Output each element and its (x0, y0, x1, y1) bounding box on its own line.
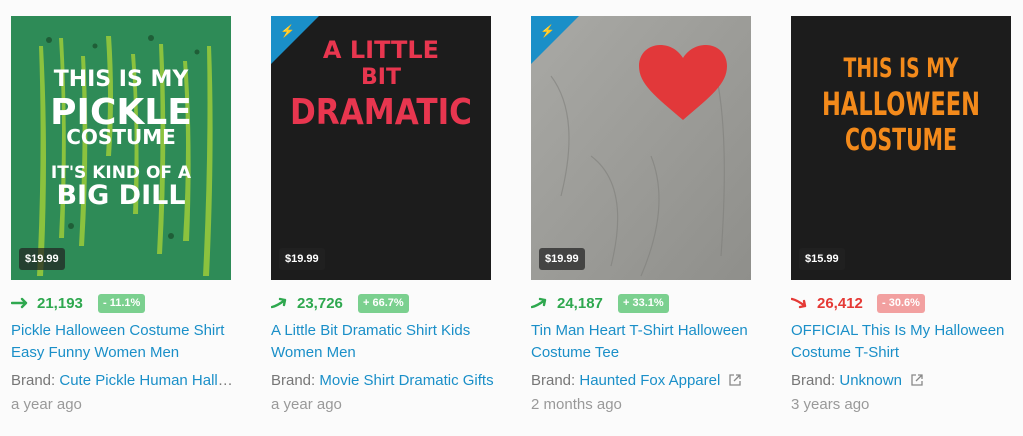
product-title-link[interactable]: OFFICIAL This Is My Halloween Costume T-… (791, 320, 1016, 364)
product-title-link[interactable]: Tin Man Heart T-Shirt Halloween Costume … (531, 320, 756, 364)
rank-stats: 26,412 - 30.6% (791, 294, 1011, 314)
brand-row: Brand: Movie Shirt Dramatic Gifts (271, 370, 496, 392)
product-image[interactable]: A LITTLE BIT DRAMATIC ⚡ $19.99 (271, 16, 491, 280)
rank-stats: 24,187 + 33.1% (531, 294, 751, 314)
sales-rank: 23,726 (297, 295, 343, 312)
trend-down-icon (791, 297, 807, 309)
brand-link[interactable]: Movie Shirt Dramatic Gifts (319, 372, 493, 389)
brand-label: Brand: (11, 372, 56, 389)
product-card[interactable]: ⚡ $19.99 24,187 + 33.1% Tin Man Heart T-… (531, 16, 751, 413)
trend-flat-icon (11, 297, 28, 309)
external-link-icon[interactable] (910, 373, 924, 387)
brand-link[interactable]: Haunted Fox Apparel (579, 372, 720, 389)
sales-rank: 21,193 (37, 295, 83, 312)
brand-label: Brand: (271, 372, 316, 389)
product-grid: THIS IS MY PICKLE COSTUME IT'S KIND OF A… (0, 0, 1023, 436)
art-line: A LITTLE (323, 36, 439, 64)
art-line: BIG DILL (56, 180, 185, 211)
art-line: COSTUME (845, 123, 957, 158)
price-badge: $19.99 (539, 248, 585, 270)
price-badge: $19.99 (19, 248, 65, 270)
brand-row: Brand: Haunted Fox Apparel (531, 370, 756, 392)
art-line: HALLOWEEN (822, 85, 980, 123)
art-line: THIS IS MY (54, 67, 190, 92)
lightning-icon: ⚡ (280, 24, 295, 38)
trend-up-icon (271, 297, 287, 309)
rank-change-badge: + 33.1% (618, 294, 669, 313)
listing-age: 3 years ago (791, 396, 870, 413)
prime-corner (271, 16, 319, 64)
rank-change-badge: - 30.6% (877, 294, 925, 313)
rank-stats: 23,726 + 66.7% (271, 294, 491, 314)
lightning-icon: ⚡ (540, 24, 555, 38)
pickle-shirt-art: THIS IS MY PICKLE COSTUME IT'S KIND OF A… (11, 16, 231, 280)
art-line: THIS IS MY (844, 53, 959, 84)
external-link-icon[interactable] (728, 373, 742, 387)
rank-stats: 21,193 - 11.1% (11, 294, 231, 314)
prime-corner (531, 16, 579, 64)
product-card[interactable]: THIS IS MY HALLOWEEN COSTUME $15.99 26,4… (791, 16, 1011, 413)
art-line: DRAMATIC (290, 92, 472, 133)
product-title-link[interactable]: Pickle Halloween Costume Shirt Easy Funn… (11, 320, 236, 364)
art-line: COSTUME (66, 125, 176, 149)
product-title-link[interactable]: A Little Bit Dramatic Shirt Kids Women M… (271, 320, 496, 364)
product-card[interactable]: A LITTLE BIT DRAMATIC ⚡ $19.99 23,726 + … (271, 16, 494, 413)
trend-up-icon (531, 297, 547, 309)
brand-label: Brand: (531, 372, 576, 389)
listing-age: a year ago (11, 396, 82, 413)
product-image[interactable]: THIS IS MY HALLOWEEN COSTUME $15.99 (791, 16, 1011, 280)
brand-link[interactable]: Unknown (839, 372, 902, 389)
sales-rank: 24,187 (557, 295, 603, 312)
brand-label: Brand: (791, 372, 836, 389)
listing-age: 2 months ago (531, 396, 622, 413)
price-badge: $19.99 (279, 248, 325, 270)
product-card[interactable]: THIS IS MY PICKLE COSTUME IT'S KIND OF A… (11, 16, 236, 413)
rank-change-badge: + 66.7% (358, 294, 409, 313)
art-line: BIT (361, 65, 401, 90)
rank-change-badge: - 11.1% (98, 294, 146, 313)
product-image[interactable]: THIS IS MY PICKLE COSTUME IT'S KIND OF A… (11, 16, 231, 280)
product-image[interactable]: ⚡ $19.99 (531, 16, 751, 280)
price-badge: $15.99 (799, 248, 845, 270)
brand-row: Brand: Unknown (791, 370, 1016, 392)
brand-link[interactable]: Cute Pickle Human Halloween... (59, 372, 236, 389)
halloween-shirt-art: THIS IS MY HALLOWEEN COSTUME (791, 16, 1011, 280)
sales-rank: 26,412 (817, 295, 863, 312)
brand-row: Brand: Cute Pickle Human Halloween... (11, 370, 236, 392)
listing-age: a year ago (271, 396, 342, 413)
